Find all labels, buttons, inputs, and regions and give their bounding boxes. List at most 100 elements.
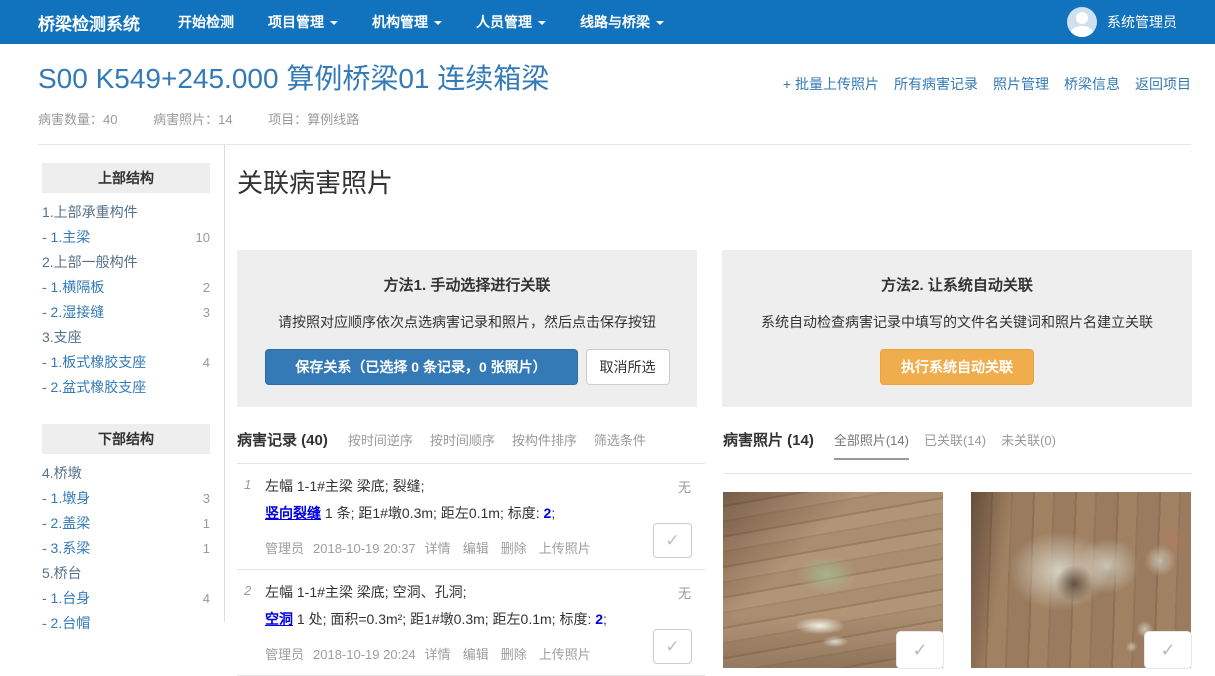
user-avatar[interactable] xyxy=(1067,7,1097,37)
tab-linked-photos[interactable]: 已关联(14) xyxy=(924,430,986,458)
sort-by-component[interactable]: 按构件排序 xyxy=(512,430,577,449)
sidebar-item-cap-beam[interactable]: - 2.盖梁1 xyxy=(42,511,210,536)
project-name: 项目：算例线路 xyxy=(268,112,359,127)
record-edit-link[interactable]: 编辑 xyxy=(463,647,489,662)
record-timestamp: 2018-10-19 20:37 xyxy=(313,541,416,556)
defect-record-row: 1 左幅 1-1#主梁 梁底; 裂缝; 无 竖向裂缝 1 条; 距1#墩0.3m… xyxy=(237,464,705,570)
record-timestamp: 2018-10-19 20:24 xyxy=(313,647,416,662)
link-photo-management[interactable]: 照片管理 xyxy=(993,74,1049,94)
defect-photo-thumbnail[interactable]: ✓ xyxy=(971,492,1191,668)
check-icon: ✓ xyxy=(665,637,679,657)
record-upload-photo-link[interactable]: 上传照片 xyxy=(539,541,591,556)
sidebar-item-tie-beam[interactable]: - 3.系梁1 xyxy=(42,536,210,561)
record-summary: 左幅 1-1#主梁 梁底; 裂缝; xyxy=(265,476,705,496)
content-heading: 关联病害照片 xyxy=(237,163,1192,200)
record-detail: 空洞 1 处; 面积=0.3m²; 距1#墩0.3m; 距左0.1m; 标度: … xyxy=(265,609,705,629)
chevron-down-icon xyxy=(330,21,338,25)
sidebar-item-main-girder[interactable]: - 1.主梁10 xyxy=(42,225,210,250)
tab-all-photos[interactable]: 全部照片(14) xyxy=(834,430,909,460)
record-footer: 管理员 2018-10-19 20:24 详情编辑删除上传照片 xyxy=(265,644,705,663)
sidebar-item-plate-rubber-bearing[interactable]: - 1.板式橡胶支座4 xyxy=(42,350,210,375)
page-header: S00 K549+245.000 算例桥梁01 连续箱梁 + 批量上传照片 所有… xyxy=(0,44,1215,128)
record-delete-link[interactable]: 删除 xyxy=(501,541,527,556)
nav-item-routes-and-bridges[interactable]: 线路与桥梁 xyxy=(580,12,664,32)
manual-link-panel: 方法1. 手动选择进行关联 请按照对应顺序依次点选病害记录和照片，然后点击保存按… xyxy=(237,250,697,407)
record-detail: 竖向裂缝 1 条; 距1#墩0.3m; 距左0.1m; 标度: 2; xyxy=(265,503,705,523)
record-author: 管理员 xyxy=(265,647,304,662)
filter-conditions[interactable]: 筛选条件 xyxy=(594,430,646,449)
sidebar-item-abutment: 5.桥台 xyxy=(42,561,210,586)
sidebar-item-pier-body[interactable]: - 1.墩身3 xyxy=(42,486,210,511)
check-icon: ✓ xyxy=(912,640,927,661)
defect-photos-header: 病害照片 (14) 全部照片(14) 已关联(14) 未关联(0) xyxy=(723,429,1192,474)
page-title: S00 K549+245.000 算例桥梁01 连续箱梁 xyxy=(38,62,549,96)
select-record-checkbox[interactable]: ✓ xyxy=(653,523,692,558)
defect-photos-title: 病害照片 (14) xyxy=(723,429,814,450)
current-user-name[interactable]: 系统管理员 xyxy=(1107,12,1177,32)
app-brand[interactable]: 桥梁检测系统 xyxy=(38,10,140,35)
sort-time-desc[interactable]: 按时间逆序 xyxy=(348,430,413,449)
defect-type-link[interactable]: 空洞 xyxy=(265,611,293,627)
select-photo-checkbox[interactable]: ✓ xyxy=(1145,632,1191,668)
record-detail-link[interactable]: 详情 xyxy=(425,541,451,556)
check-icon: ✓ xyxy=(665,531,679,551)
record-index: 2 xyxy=(244,583,251,598)
defect-scale-value: 2 xyxy=(595,611,603,627)
record-edit-link[interactable]: 编辑 xyxy=(463,541,489,556)
select-photo-checkbox[interactable]: ✓ xyxy=(897,632,943,668)
sidebar-item-abutment-body[interactable]: - 1.台身4 xyxy=(42,586,210,611)
defect-record-row: 2 左幅 1-1#主梁 梁底; 空洞、孔洞; 无 空洞 1 处; 面积=0.3m… xyxy=(237,570,705,676)
chevron-down-icon xyxy=(538,21,546,25)
link-all-defect-records[interactable]: 所有病害记录 xyxy=(894,74,978,94)
header-action-links: + 批量上传照片 所有病害记录 照片管理 桥梁信息 返回项目 xyxy=(783,62,1191,94)
person-icon xyxy=(1076,12,1088,24)
manual-link-title: 方法1. 手动选择进行关联 xyxy=(247,274,687,295)
person-icon xyxy=(1071,26,1093,37)
defect-records-title: 病害记录 (40) xyxy=(237,429,328,450)
tab-unlinked-photos[interactable]: 未关联(0) xyxy=(1001,430,1056,458)
defect-type-link[interactable]: 竖向裂缝 xyxy=(265,505,321,521)
save-relation-button[interactable]: 保存关系（已选择 0 条记录，0 张照片） xyxy=(265,349,578,385)
defect-photo-count: 病害照片：14 xyxy=(153,112,232,127)
record-delete-link[interactable]: 删除 xyxy=(501,647,527,662)
record-photo-none-label: 无 xyxy=(678,583,691,602)
defect-photo-thumbnail[interactable]: ✓ xyxy=(723,492,943,668)
sidebar-item-general-members: 2.上部一般构件 xyxy=(42,250,210,275)
sidebar-item-wet-joint[interactable]: - 2.湿接缝3 xyxy=(42,300,210,325)
sort-time-asc[interactable]: 按时间顺序 xyxy=(430,430,495,449)
record-footer: 管理员 2018-10-19 20:37 详情编辑删除上传照片 xyxy=(265,538,705,557)
cancel-selection-button[interactable]: 取消所选 xyxy=(586,349,670,385)
sidebar-item-load-bearing-members: 1.上部承重构件 xyxy=(42,200,210,225)
auto-link-desc: 系统自动检查病害记录中填写的文件名关键词和照片名建立关联 xyxy=(732,312,1182,332)
run-auto-link-button[interactable]: 执行系统自动关联 xyxy=(880,349,1034,385)
bridge-meta-row: 病害数量：40 病害照片：14 项目：算例线路 xyxy=(38,109,1191,128)
top-navbar: 桥梁检测系统 开始检测 项目管理 机构管理 人员管理 线路与桥梁 系统管理员 xyxy=(0,0,1215,44)
record-photo-none-label: 无 xyxy=(678,477,691,496)
sidebar-item-pier: 4.桥墩 xyxy=(42,461,210,486)
record-detail-link[interactable]: 详情 xyxy=(425,647,451,662)
nav-item-start-inspection[interactable]: 开始检测 xyxy=(178,12,234,32)
record-index: 1 xyxy=(244,477,251,492)
link-batch-upload-photos[interactable]: + 批量上传照片 xyxy=(783,74,879,94)
manual-link-desc: 请按照对应顺序依次点选病害记录和照片，然后点击保存按钮 xyxy=(247,312,687,332)
record-summary: 左幅 1-1#主梁 梁底; 空洞、孔洞; xyxy=(265,582,705,602)
link-bridge-info[interactable]: 桥梁信息 xyxy=(1064,74,1120,94)
nav-item-personnel-management[interactable]: 人员管理 xyxy=(476,12,546,32)
sidebar-item-pot-rubber-bearing[interactable]: - 2.盆式橡胶支座 xyxy=(42,375,210,400)
nav-item-project-management[interactable]: 项目管理 xyxy=(268,12,338,32)
auto-link-title: 方法2. 让系统自动关联 xyxy=(732,274,1182,295)
nav-item-organization-management[interactable]: 机构管理 xyxy=(372,12,442,32)
record-author: 管理员 xyxy=(265,541,304,556)
sidebar-item-diaphragm[interactable]: - 1.横隔板2 xyxy=(42,275,210,300)
select-record-checkbox[interactable]: ✓ xyxy=(653,629,692,664)
sidebar-section-substructure: 下部结构 xyxy=(42,424,210,454)
chevron-down-icon xyxy=(434,21,442,25)
check-icon: ✓ xyxy=(1160,640,1175,661)
link-back-to-project[interactable]: 返回项目 xyxy=(1135,74,1191,94)
record-upload-photo-link[interactable]: 上传照片 xyxy=(539,647,591,662)
sidebar-item-abutment-cap[interactable]: - 2.台帽 xyxy=(42,611,210,636)
chevron-down-icon xyxy=(656,21,664,25)
defect-records-header: 病害记录 (40) 按时间逆序 按时间顺序 按构件排序 筛选条件 xyxy=(237,429,705,464)
defect-count: 病害数量：40 xyxy=(38,112,117,127)
component-sidebar: 上部结构 1.上部承重构件 - 1.主梁10 2.上部一般构件 - 1.横隔板2… xyxy=(0,145,225,622)
